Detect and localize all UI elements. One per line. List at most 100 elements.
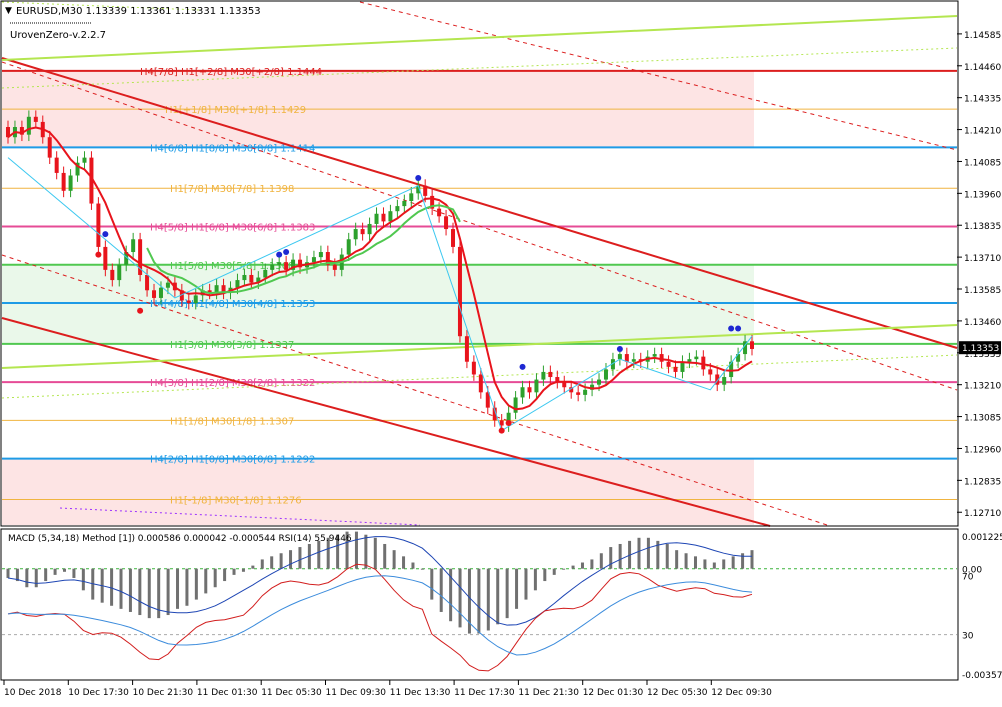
candle-body [597,379,602,385]
macd-histogram-bar [533,568,537,591]
candle-body [381,213,386,222]
price-tick-label: 1.14460 [964,63,1001,73]
candle-body [444,216,449,230]
macd-histogram-bar [270,556,274,569]
macd-histogram-bar [430,568,434,600]
macd-histogram-bar [496,568,500,625]
time-tick-label: 10 Dec 17:30 [68,688,129,698]
macd-histogram-bar [213,568,217,588]
chart-canvas[interactable]: H4[7/8] H1[+2/8] M30[+2/8] 1.1444H1[+1/8… [0,0,1002,703]
macd-histogram-bar [6,568,10,578]
high-marker-dot [276,251,283,258]
candle-body [263,269,268,278]
macd-histogram-bar [392,550,396,569]
candle-body [631,359,636,362]
candle-body [548,371,553,378]
candle-body [478,374,483,393]
price-tick-label: 1.13460 [964,318,1001,328]
current-price-label: 1.13353 [962,344,999,354]
price-tick-label: 1.14585 [964,31,1001,41]
candle-body [270,264,275,270]
macd-histogram-bar [204,568,208,594]
macd-histogram-bar [185,568,189,606]
candle-body [708,369,713,375]
level-label: H1[1/8] M30[1/8] 1.1307 [170,416,294,427]
lime-upper-line [1,15,958,61]
macd-histogram-bar [646,537,650,569]
candle-body [277,262,282,265]
low-marker-dot [137,307,144,314]
candle-body [464,336,469,362]
macd-histogram-bar [138,568,142,616]
time-tick-label: 10 Dec 2018 [4,688,62,698]
candle-body [193,295,198,304]
price-tick-label: 1.12835 [964,477,1001,487]
price-tick-label: 1.13710 [964,254,1001,264]
level-label: H4[7/8] H1[+2/8] M30[+2/8] 1.1444 [140,67,322,78]
level-zones [2,70,754,525]
macd-histogram-bar [693,556,697,569]
macd-histogram-bar [354,531,358,569]
macd-histogram-bar [44,568,48,582]
high-marker-dot [735,325,742,332]
macd-histogram-bar [241,568,245,572]
macd-histogram-bar [147,568,151,619]
high-marker-dot [519,363,526,370]
macd-histogram-bar [552,568,556,575]
macd-histogram-bar [571,565,575,569]
macd-histogram-bar [703,559,707,569]
macd-histogram-bar [675,550,679,569]
macd-histogram-bar [562,568,566,570]
macd-histogram-bar [599,553,603,569]
macd-axis: 0.0012250.00-0.0035747030 [962,533,1002,681]
candle-body [249,274,254,283]
candle-body [652,354,657,357]
candle-body [576,392,581,395]
level-label: H4[2/8] H1[0/8] M30[0/8] 1.1292 [150,455,315,466]
symbol-line: EURUSD,M30 1.13339 1.13361 1.13331 1.133… [16,6,261,17]
indicator-name: UrovenZero-v.2.2.7 [10,30,106,41]
candle-body [471,361,476,375]
candle-body [131,239,136,253]
macd-histogram-bar [166,568,170,616]
level-label: H1[5/8] M30[5/8] 1.1368 [170,261,294,272]
candle-body [110,269,115,281]
time-tick-label: 12 Dec 09:30 [711,688,772,698]
macd-histogram-bar [63,568,67,572]
time-tick-label: 11 Dec 05:30 [261,688,322,698]
price-tick-label: 1.14335 [964,95,1001,105]
macd-histogram-bar [524,568,528,600]
time-tick-label: 11 Dec 17:30 [454,688,515,698]
candle-body [186,300,191,304]
macd-title: MACD (5,34,18) Method [1]) 0.000586 0.00… [8,534,352,544]
macd-histogram-bar [289,550,293,569]
candle-body [701,356,706,370]
candle-body [68,175,73,191]
candle-body [103,246,108,270]
macd-histogram-bar [34,568,38,588]
price-tick-label: 1.13210 [964,382,1001,392]
high-marker-dot [728,325,735,332]
candle-body [562,382,567,388]
macd-histogram-bar [618,543,622,569]
candle-body [367,223,372,235]
candle-body [673,366,678,372]
macd-histogram-bar [731,556,735,569]
candle-body [152,290,157,298]
time-tick-label: 12 Dec 01:30 [583,688,644,698]
candle-body [687,359,692,362]
macd-panel [2,531,957,672]
high-marker-dot [415,175,422,182]
macd-histogram-bar [741,553,745,569]
time-tick-label: 12 Dec 05:30 [647,688,708,698]
candle-body [409,193,414,201]
header-collapse-icon[interactable]: ▼ [5,6,12,16]
macd-histogram-bar [317,540,321,569]
price-tick-label: 1.13585 [964,286,1001,296]
macd-histogram-bar [53,568,57,575]
candle-body [402,200,407,207]
macd-histogram-bar [486,568,490,631]
time-tick-label: 11 Dec 21:30 [518,688,579,698]
macd-histogram-bar [223,568,227,582]
macd-histogram-bar [712,562,716,569]
